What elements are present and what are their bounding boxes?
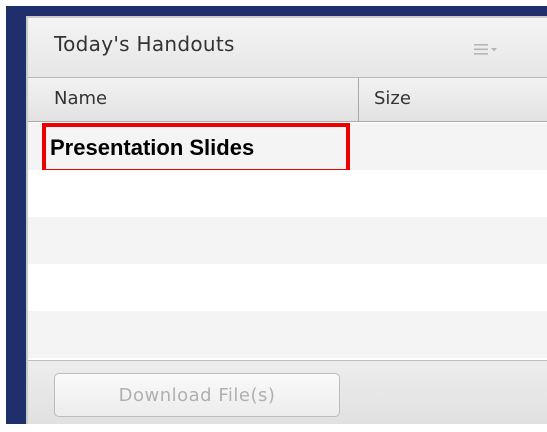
panel-footer: Download File(s) [28, 360, 547, 424]
column-header-name[interactable]: Name [54, 88, 107, 109]
table-row[interactable] [28, 311, 547, 358]
download-files-button[interactable]: Download File(s) [54, 373, 340, 417]
file-list: Presentation Slides [28, 123, 547, 360]
column-header-size[interactable]: Size [374, 88, 411, 109]
table-row[interactable] [28, 264, 547, 311]
table-row[interactable]: Presentation Slides [28, 123, 547, 173]
panel-title-bar: Today's Handouts [28, 18, 547, 78]
table-header: Name Size [28, 78, 547, 122]
list-menu-icon[interactable] [474, 40, 500, 58]
table-row[interactable] [28, 217, 547, 264]
handouts-panel: Today's Handouts Name Size Presentation … [26, 16, 547, 424]
column-divider[interactable] [358, 78, 359, 122]
panel-title: Today's Handouts [54, 32, 235, 56]
table-row[interactable] [28, 170, 547, 217]
file-name[interactable]: Presentation Slides [50, 135, 254, 161]
